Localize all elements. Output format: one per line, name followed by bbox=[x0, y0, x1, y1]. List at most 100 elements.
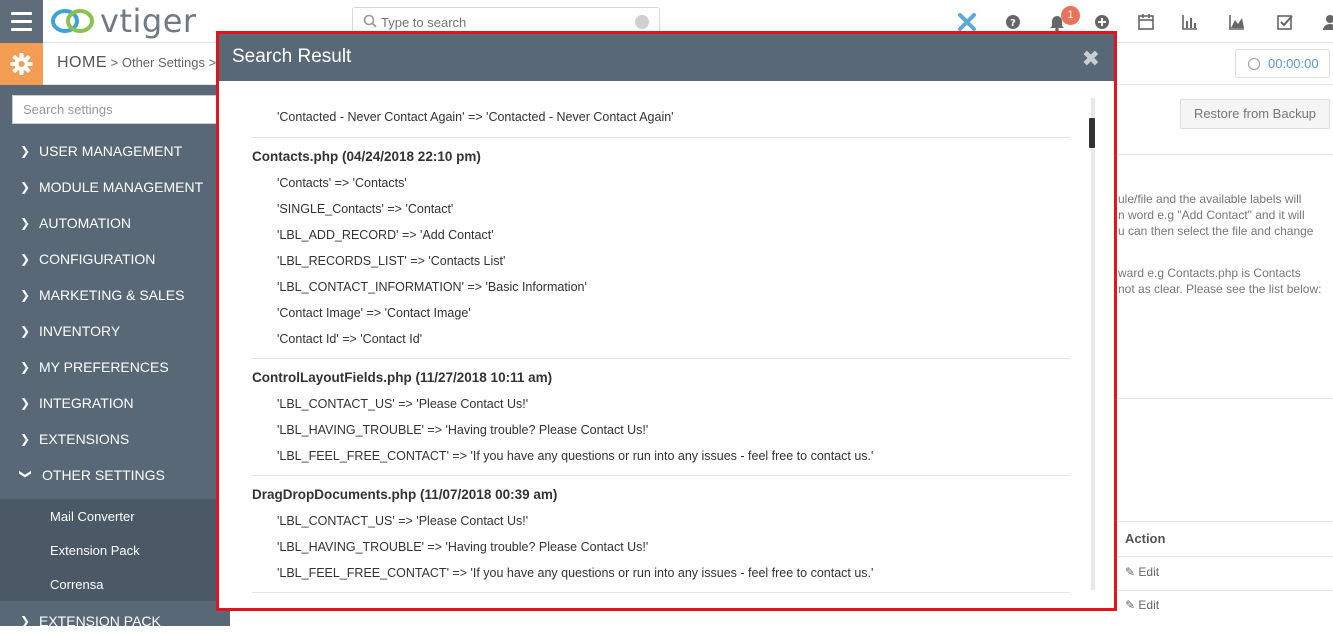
sidebar-item-user-management[interactable]: ❯ USER MANAGEMENT bbox=[20, 139, 182, 163]
tasks-icon[interactable] bbox=[1275, 12, 1295, 32]
clock-icon bbox=[1248, 58, 1260, 70]
add-icon[interactable] bbox=[1092, 12, 1112, 32]
result-line: 'Contact Id' => 'Contact Id' bbox=[277, 332, 423, 346]
result-line: 'LBL_CONTACT_INFORMATION' => 'Basic Info… bbox=[277, 280, 587, 294]
modal-body: 'Contacted - Never Contact Again' => 'Co… bbox=[219, 81, 1114, 606]
chevron-right-icon: ❯ bbox=[20, 396, 31, 410]
edit-label: Edit bbox=[1138, 565, 1160, 579]
result-line: 'LBL_FEEL_FREE_CONTACT' => 'If you have … bbox=[277, 566, 874, 580]
result-line: 'Contacts' => 'Contacts' bbox=[277, 176, 407, 190]
breadcrumb-other-settings[interactable]: Other Settings bbox=[122, 55, 205, 70]
sidebar-item-label: MY PREFERENCES bbox=[39, 359, 169, 375]
sidebar-item-automation[interactable]: ❯ AUTOMATION bbox=[20, 211, 131, 235]
svg-text:?: ? bbox=[1010, 18, 1016, 29]
hamburger-line bbox=[11, 12, 32, 15]
result-line: 'LBL_CONTACT_US' => 'Please Contact Us!' bbox=[277, 514, 529, 528]
chevron-right-icon: ❯ bbox=[20, 144, 31, 158]
search-icon bbox=[363, 14, 377, 28]
divider bbox=[252, 475, 1070, 476]
sidebar-item-configuration[interactable]: ❯ CONFIGURATION bbox=[20, 247, 155, 271]
chevron-right-icon: ❯ bbox=[20, 252, 31, 266]
sidebar-item-inventory[interactable]: ❯ INVENTORY bbox=[20, 319, 120, 343]
scrollbar-track[interactable] bbox=[1091, 98, 1095, 590]
settings-sidebar: Search settings ❯ USER MANAGEMENT ❯ MODU… bbox=[0, 85, 230, 629]
breadcrumb-separator: > bbox=[110, 55, 119, 70]
gear-icon bbox=[10, 53, 33, 75]
divider bbox=[1118, 556, 1333, 557]
sidebar-subitem-corrensa[interactable]: Corrensa bbox=[50, 577, 103, 592]
result-file-header: DragDropDocuments.php (11/07/2018 00:39 … bbox=[252, 487, 558, 502]
pencil-icon: ✎ bbox=[1125, 598, 1136, 612]
edit-link[interactable]: ✎ Edit bbox=[1125, 565, 1159, 579]
sidebar-item-other-settings[interactable]: ❯ OTHER SETTINGS bbox=[19, 463, 165, 487]
modal-title: Search Result bbox=[232, 46, 352, 67]
result-line: 'LBL_HAVING_TROUBLE' => 'Having trouble?… bbox=[277, 540, 649, 554]
divider bbox=[1118, 521, 1333, 522]
timer-value: 00:00:00 bbox=[1268, 56, 1319, 71]
description-text: u can then select the file and change bbox=[1118, 224, 1314, 238]
chevron-right-icon: ❯ bbox=[20, 324, 31, 338]
chevron-right-icon: ❯ bbox=[20, 432, 31, 446]
user-icon[interactable] bbox=[1320, 12, 1333, 32]
timer-button[interactable]: 00:00:00 bbox=[1235, 49, 1330, 78]
x-extension-icon[interactable] bbox=[957, 12, 977, 32]
pencil-icon: ✎ bbox=[1125, 565, 1136, 579]
sidebar-item-module-management[interactable]: ❯ MODULE MANAGEMENT bbox=[20, 175, 203, 199]
hamburger-line bbox=[11, 28, 32, 31]
area-chart-icon[interactable] bbox=[1227, 12, 1247, 32]
chevron-right-icon: ❯ bbox=[20, 360, 31, 374]
description-text: ule/file and the available labels will bbox=[1118, 192, 1302, 206]
vtiger-logo[interactable]: vtiger bbox=[50, 2, 197, 40]
sidebar-item-extensions[interactable]: ❯ EXTENSIONS bbox=[20, 427, 129, 451]
result-line: 'LBL_FEEL_FREE_CONTACT' => 'If you have … bbox=[277, 449, 874, 463]
other-settings-submenu: Mail Converter Extension Pack Corrensa bbox=[0, 499, 230, 601]
divider bbox=[252, 592, 1070, 593]
sidebar-item-label: OTHER SETTINGS bbox=[42, 467, 165, 483]
restore-from-backup-button[interactable]: Restore from Backup bbox=[1180, 99, 1330, 129]
result-file-header: ControlLayoutFields.php (11/27/2018 10:1… bbox=[252, 370, 553, 385]
sidebar-item-label: AUTOMATION bbox=[39, 215, 132, 231]
search-result-modal: Search Result ✖ 'Contacted - Never Conta… bbox=[216, 31, 1117, 611]
breadcrumb: HOME > Other Settings > La bbox=[57, 54, 234, 72]
search-dropdown-icon[interactable] bbox=[635, 15, 649, 29]
result-line: 'Contact Image' => 'Contact Image' bbox=[277, 306, 471, 320]
sidebar-item-label: EXTENSIONS bbox=[39, 431, 130, 447]
sidebar-item-marketing-sales[interactable]: ❯ MARKETING & SALES bbox=[20, 283, 184, 307]
menu-toggle-button[interactable] bbox=[0, 0, 43, 43]
divider bbox=[252, 137, 1070, 138]
result-line: 'LBL_CONTACT_US' => 'Please Contact Us!' bbox=[277, 397, 529, 411]
result-file-header: Contacts.php (04/24/2018 22:10 pm) bbox=[252, 149, 481, 164]
chevron-down-icon: ❯ bbox=[19, 469, 33, 480]
help-icon[interactable]: ? bbox=[1003, 12, 1023, 32]
sidebar-item-label: CONFIGURATION bbox=[39, 251, 156, 267]
close-icon[interactable]: ✖ bbox=[1082, 46, 1100, 72]
sidebar-item-integration[interactable]: ❯ INTEGRATION bbox=[20, 391, 134, 415]
bar-chart-icon[interactable] bbox=[1180, 12, 1200, 32]
vtiger-logo-icon bbox=[51, 9, 94, 33]
sidebar-item-my-preferences[interactable]: ❯ MY PREFERENCES bbox=[20, 355, 169, 379]
settings-search-input[interactable]: Search settings bbox=[12, 95, 222, 124]
edit-link[interactable]: ✎ Edit bbox=[1125, 598, 1159, 612]
sidebar-item-label: INTEGRATION bbox=[39, 395, 134, 411]
breadcrumb-home[interactable]: HOME bbox=[57, 54, 107, 71]
hamburger-line bbox=[11, 20, 32, 23]
divider bbox=[1118, 154, 1333, 155]
calendar-icon[interactable] bbox=[1136, 12, 1156, 32]
action-column-header: Action bbox=[1125, 531, 1166, 546]
global-search-input[interactable] bbox=[381, 13, 631, 31]
result-line: 'LBL_RECORDS_LIST' => 'Contacts List' bbox=[277, 254, 506, 268]
description-text: n word e.g "Add Contact" and it will bbox=[1118, 208, 1305, 222]
chevron-right-icon: ❯ bbox=[20, 216, 31, 230]
notification-count-badge: 1 bbox=[1061, 6, 1080, 25]
result-line: 'LBL_HAVING_TROUBLE' => 'Having trouble?… bbox=[277, 423, 649, 437]
sidebar-item-extension-pack[interactable]: ❯ EXTENSION PACK bbox=[20, 609, 161, 633]
sidebar-item-label: EXTENSION PACK bbox=[39, 613, 161, 629]
settings-gear-button[interactable] bbox=[0, 43, 43, 85]
divider bbox=[1118, 590, 1333, 591]
sidebar-subitem-extension-pack[interactable]: Extension Pack bbox=[50, 543, 140, 558]
description-text: ward e.g Contacts.php is Contacts bbox=[1118, 266, 1301, 280]
sidebar-subitem-mail-converter[interactable]: Mail Converter bbox=[50, 509, 135, 524]
sidebar-item-label: USER MANAGEMENT bbox=[39, 143, 183, 159]
scrollbar-thumb[interactable] bbox=[1089, 118, 1095, 148]
divider bbox=[1118, 398, 1333, 399]
